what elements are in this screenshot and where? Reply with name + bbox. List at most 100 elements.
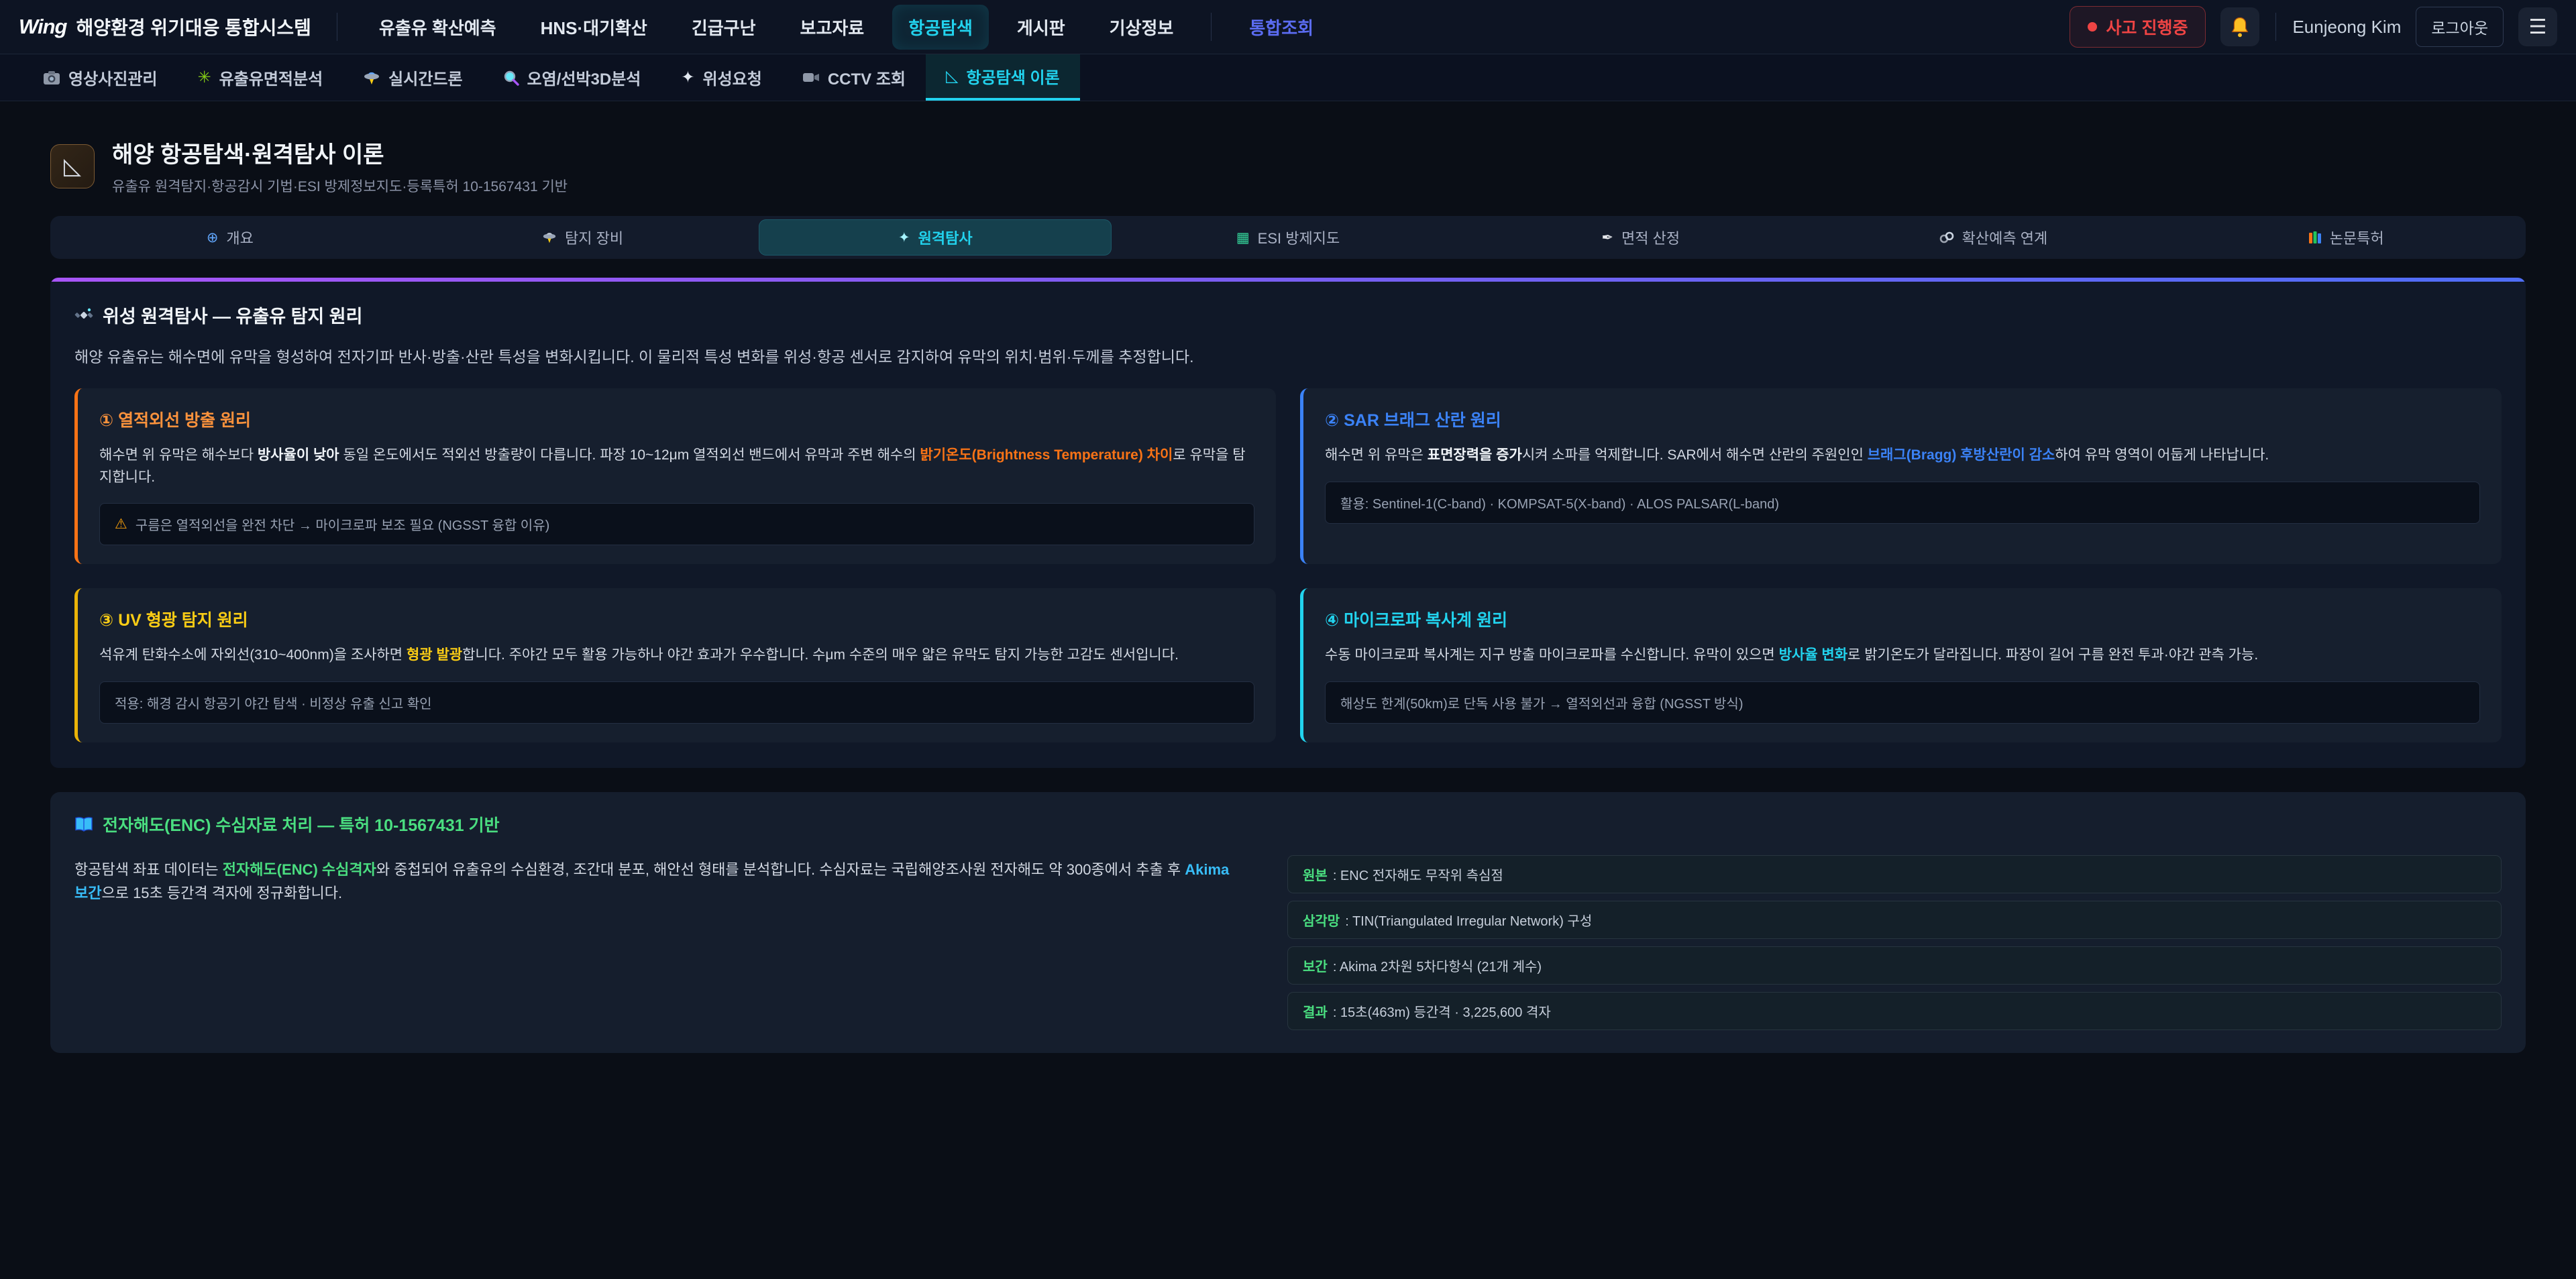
incident-status-badge[interactable]: 사고 진행중 bbox=[2070, 6, 2206, 48]
tab-diffusion-link[interactable]: 확산예측 연계 bbox=[1817, 219, 2170, 256]
enc-content: 항공탐색 좌표 데이터는 전자해도(ENC) 수심격자와 중첩되어 유출유의 수… bbox=[74, 855, 2502, 1030]
card-title: ④ 마이크로파 복사계 원리 bbox=[1325, 607, 2480, 631]
nav-item-weather[interactable]: 기상정보 bbox=[1093, 5, 1190, 50]
menu-button[interactable]: ☰ bbox=[2518, 7, 2557, 46]
nav-item-oil-spread[interactable]: 유출유 확산예측 bbox=[363, 5, 513, 50]
enc-item-value: : Akima 2차원 5차다항식 (21개 계수) bbox=[1333, 956, 1542, 975]
enc-title-row: 전자해도(ENC) 수심자료 처리 — 특허 10-1567431 기반 bbox=[74, 812, 2502, 836]
nav-item-hns[interactable]: HNS·대기확산 bbox=[525, 5, 663, 50]
page-title: 해양 항공탐색·원격탐사 이론 bbox=[112, 136, 568, 169]
card-note: 활용: Sentinel-1(C-band) · KOMPSAT-5(X-ban… bbox=[1325, 482, 2480, 524]
remote-sensing-panel: 위성 원격탐사 — 유출유 탐지 원리 해양 유출유는 해수면에 유막을 형성하… bbox=[50, 278, 2526, 768]
tab-area-calculation[interactable]: ✒ 면적 산정 bbox=[1464, 219, 1817, 256]
globe-icon: ⊕ bbox=[207, 229, 219, 246]
brand-logo: Wing bbox=[19, 15, 66, 39]
navbar-right: 사고 진행중 Eunjeong Kim 로그아웃 ☰ bbox=[2070, 6, 2557, 48]
camera-icon bbox=[43, 70, 60, 85]
divider bbox=[1211, 13, 1212, 41]
nav-item-reports[interactable]: 보고자료 bbox=[784, 5, 881, 50]
enc-item-label: 삼각망 bbox=[1303, 910, 1340, 930]
section-title-row: 위성 원격탐사 — 유출유 탐지 원리 bbox=[74, 302, 2502, 328]
subtab-satellite-request[interactable]: ✦ 위성요청 bbox=[661, 54, 782, 101]
theory-tabbar: ⊕ 개요 탐지 장비 ✦ 원격탐사 ▦ ESI 방제지도 ✒ 면적 산정 확산예… bbox=[50, 216, 2526, 259]
page-header: ◺ 해양 항공탐색·원격탐사 이론 유출유 원격탐지·항공감시 기법·ESI 방… bbox=[50, 136, 2526, 196]
card-thermal-infrared: ① 열적외선 방출 원리 해수면 위 유막은 해수보다 방사율이 낮아 동일 온… bbox=[74, 388, 1276, 564]
nav-item-aerial-search[interactable]: 항공탐색 bbox=[892, 5, 989, 50]
sub-navbar: 영상사진관리 ✳ 유출유면적분석 실시간드론 오염/선박3D분석 ✦ 위성요청 … bbox=[0, 54, 2576, 101]
card-body: 해수면 위 유막은 해수보다 방사율이 낮아 동일 온도에서도 적외선 방출량이… bbox=[99, 445, 1254, 488]
map-icon: ▦ bbox=[1236, 229, 1250, 246]
enc-item-label: 보간 bbox=[1303, 956, 1328, 975]
card-sar-bragg: ② SAR 브래그 산란 원리 해수면 위 유막은 표면장력을 증가시켜 소파를… bbox=[1300, 388, 2502, 564]
nav-item-board[interactable]: 게시판 bbox=[1001, 5, 1081, 50]
card-note-text: 해상도 한계(50km)로 단독 사용 불가 → 열적외선과 융합 (NGSST… bbox=[1340, 693, 1743, 712]
subtab-pollution-ship-3d[interactable]: 오염/선박3D분석 bbox=[483, 54, 661, 101]
satellite-icon bbox=[74, 306, 93, 325]
subtab-label: 유출유면적분석 bbox=[219, 66, 323, 89]
card-note-text: 활용: Sentinel-1(C-band) · KOMPSAT-5(X-ban… bbox=[1340, 493, 1779, 512]
subtab-oil-area-analysis[interactable]: ✳ 유출유면적분석 bbox=[177, 54, 343, 101]
tab-label: 원격탐사 bbox=[918, 227, 973, 248]
warning-icon: ⚠ bbox=[115, 516, 127, 533]
tab-label: ESI 방제지도 bbox=[1258, 227, 1340, 248]
tab-esi-map[interactable]: ▦ ESI 방제지도 bbox=[1112, 219, 1464, 256]
enc-section: 전자해도(ENC) 수심자료 처리 — 특허 10-1567431 기반 항공탐… bbox=[50, 792, 2526, 1053]
section-title: 위성 원격탐사 — 유출유 탐지 원리 bbox=[103, 302, 362, 328]
card-title: ③ UV 형광 탐지 원리 bbox=[99, 607, 1254, 631]
subtab-label: 오염/선박3D분석 bbox=[527, 66, 641, 89]
principle-cards: ① 열적외선 방출 원리 해수면 위 유막은 해수보다 방사율이 낮아 동일 온… bbox=[74, 388, 2502, 742]
list-item-result: 결과 : 15초(463m) 등간격 · 3,225,600 격자 bbox=[1287, 992, 2502, 1030]
page-subtitle: 유출유 원격탐지·항공감시 기법·ESI 방제정보지도·등록특허 10-1567… bbox=[112, 176, 568, 196]
tab-remote-sensing[interactable]: ✦ 원격탐사 bbox=[759, 219, 1112, 256]
subtab-cctv[interactable]: CCTV 조회 bbox=[782, 54, 926, 101]
drone-icon bbox=[363, 70, 380, 86]
tab-overview[interactable]: ⊕ 개요 bbox=[54, 219, 407, 256]
card-uv-fluorescence: ③ UV 형광 탐지 원리 석유계 탄화수소에 자외선(310~400nm)을 … bbox=[74, 588, 1276, 742]
tab-detection-equipment[interactable]: 탐지 장비 bbox=[407, 219, 759, 256]
enc-title: 전자해도(ENC) 수심자료 처리 — 특허 10-1567431 기반 bbox=[103, 812, 500, 836]
main-menu: 유출유 확산예측 HNS·대기확산 긴급구난 보고자료 항공탐색 게시판 기상정… bbox=[363, 5, 1330, 50]
card-note-text: 적용: 해경 감시 항공기 야간 탐색 · 비정상 유출 신고 확인 bbox=[115, 693, 432, 712]
user-name: Eunjeong Kim bbox=[2292, 17, 2401, 38]
satellite-star-icon: ✦ bbox=[681, 68, 694, 87]
enc-item-value: : TIN(Triangulated Irregular Network) 구성 bbox=[1345, 910, 1592, 930]
subtab-label: 위성요청 bbox=[703, 66, 762, 89]
top-navbar: Wing 해양환경 위기대응 통합시스템 유출유 확산예측 HNS·대기확산 긴… bbox=[0, 0, 2576, 54]
card-title: ① 열적외선 방출 원리 bbox=[99, 407, 1254, 431]
brand-title: 해양환경 위기대응 통합시스템 bbox=[76, 13, 311, 40]
tab-label: 개요 bbox=[226, 227, 253, 248]
subtab-label: 실시간드론 bbox=[388, 66, 462, 89]
logout-button[interactable]: 로그아웃 bbox=[2416, 7, 2504, 47]
pen-nib-icon: ✒ bbox=[1601, 229, 1613, 246]
notification-button[interactable] bbox=[2220, 7, 2259, 46]
section-description: 해양 유출유는 해수면에 유막을 형성하여 전자기파 반사·방출·산란 특성을 … bbox=[74, 344, 2502, 367]
main-content: ◺ 해양 항공탐색·원격탐사 이론 유출유 원격탐지·항공감시 기법·ESI 방… bbox=[0, 101, 2576, 1053]
nav-item-integrated-search[interactable]: 통합조회 bbox=[1233, 5, 1330, 50]
tab-label: 확산예측 연계 bbox=[1962, 227, 2048, 248]
open-book-icon bbox=[74, 816, 93, 832]
enc-item-value: : 15초(463m) 등간격 · 3,225,600 격자 bbox=[1333, 1001, 1551, 1021]
subtab-label: CCTV 조회 bbox=[828, 66, 906, 89]
triangle-ruler-icon: ◺ bbox=[50, 144, 95, 188]
subtab-photo-management[interactable]: 영상사진관리 bbox=[23, 54, 177, 101]
nav-item-rescue[interactable]: 긴급구난 bbox=[676, 5, 772, 50]
card-note-text: 구름은 열적외선을 완전 차단 → 마이크로파 보조 필요 (NGSST 융합 … bbox=[136, 514, 549, 534]
tab-papers-patents[interactable]: 논문특허 bbox=[2169, 219, 2522, 256]
card-body: 수동 마이크로파 복사계는 지구 방출 마이크로파를 수신합니다. 유막이 있으… bbox=[1325, 645, 2480, 667]
status-dot-icon bbox=[2088, 22, 2097, 32]
link-icon bbox=[1939, 231, 1954, 244]
subtab-aerial-search-theory[interactable]: ◺ 항공탐색 이론 bbox=[926, 54, 1080, 101]
enc-item-label: 결과 bbox=[1303, 1001, 1328, 1021]
panel-body: 위성 원격탐사 — 유출유 탐지 원리 해양 유출유는 해수면에 유막을 형성하… bbox=[50, 282, 2526, 768]
tab-label: 면적 산정 bbox=[1621, 227, 1680, 248]
puzzle-icon: ✳ bbox=[197, 68, 211, 87]
divider bbox=[2275, 13, 2276, 41]
page-header-text: 해양 항공탐색·원격탐사 이론 유출유 원격탐지·항공감시 기법·ESI 방제정… bbox=[112, 136, 568, 196]
enc-process-list: 원본 : ENC 전자해도 무작위 측심점 삼각망 : TIN(Triangul… bbox=[1287, 855, 2502, 1030]
card-body: 해수면 위 유막은 표면장력을 증가시켜 소파를 억제합니다. SAR에서 해수… bbox=[1325, 445, 2480, 467]
list-item-interpolation: 보간 : Akima 2차원 5차다항식 (21개 계수) bbox=[1287, 946, 2502, 985]
subtab-realtime-drone[interactable]: 실시간드론 bbox=[343, 54, 482, 101]
card-note: ⚠ 구름은 열적외선을 완전 차단 → 마이크로파 보조 필요 (NGSST 융… bbox=[99, 503, 1254, 545]
status-badge-label: 사고 진행중 bbox=[2106, 15, 2188, 39]
cctv-icon bbox=[802, 71, 820, 85]
